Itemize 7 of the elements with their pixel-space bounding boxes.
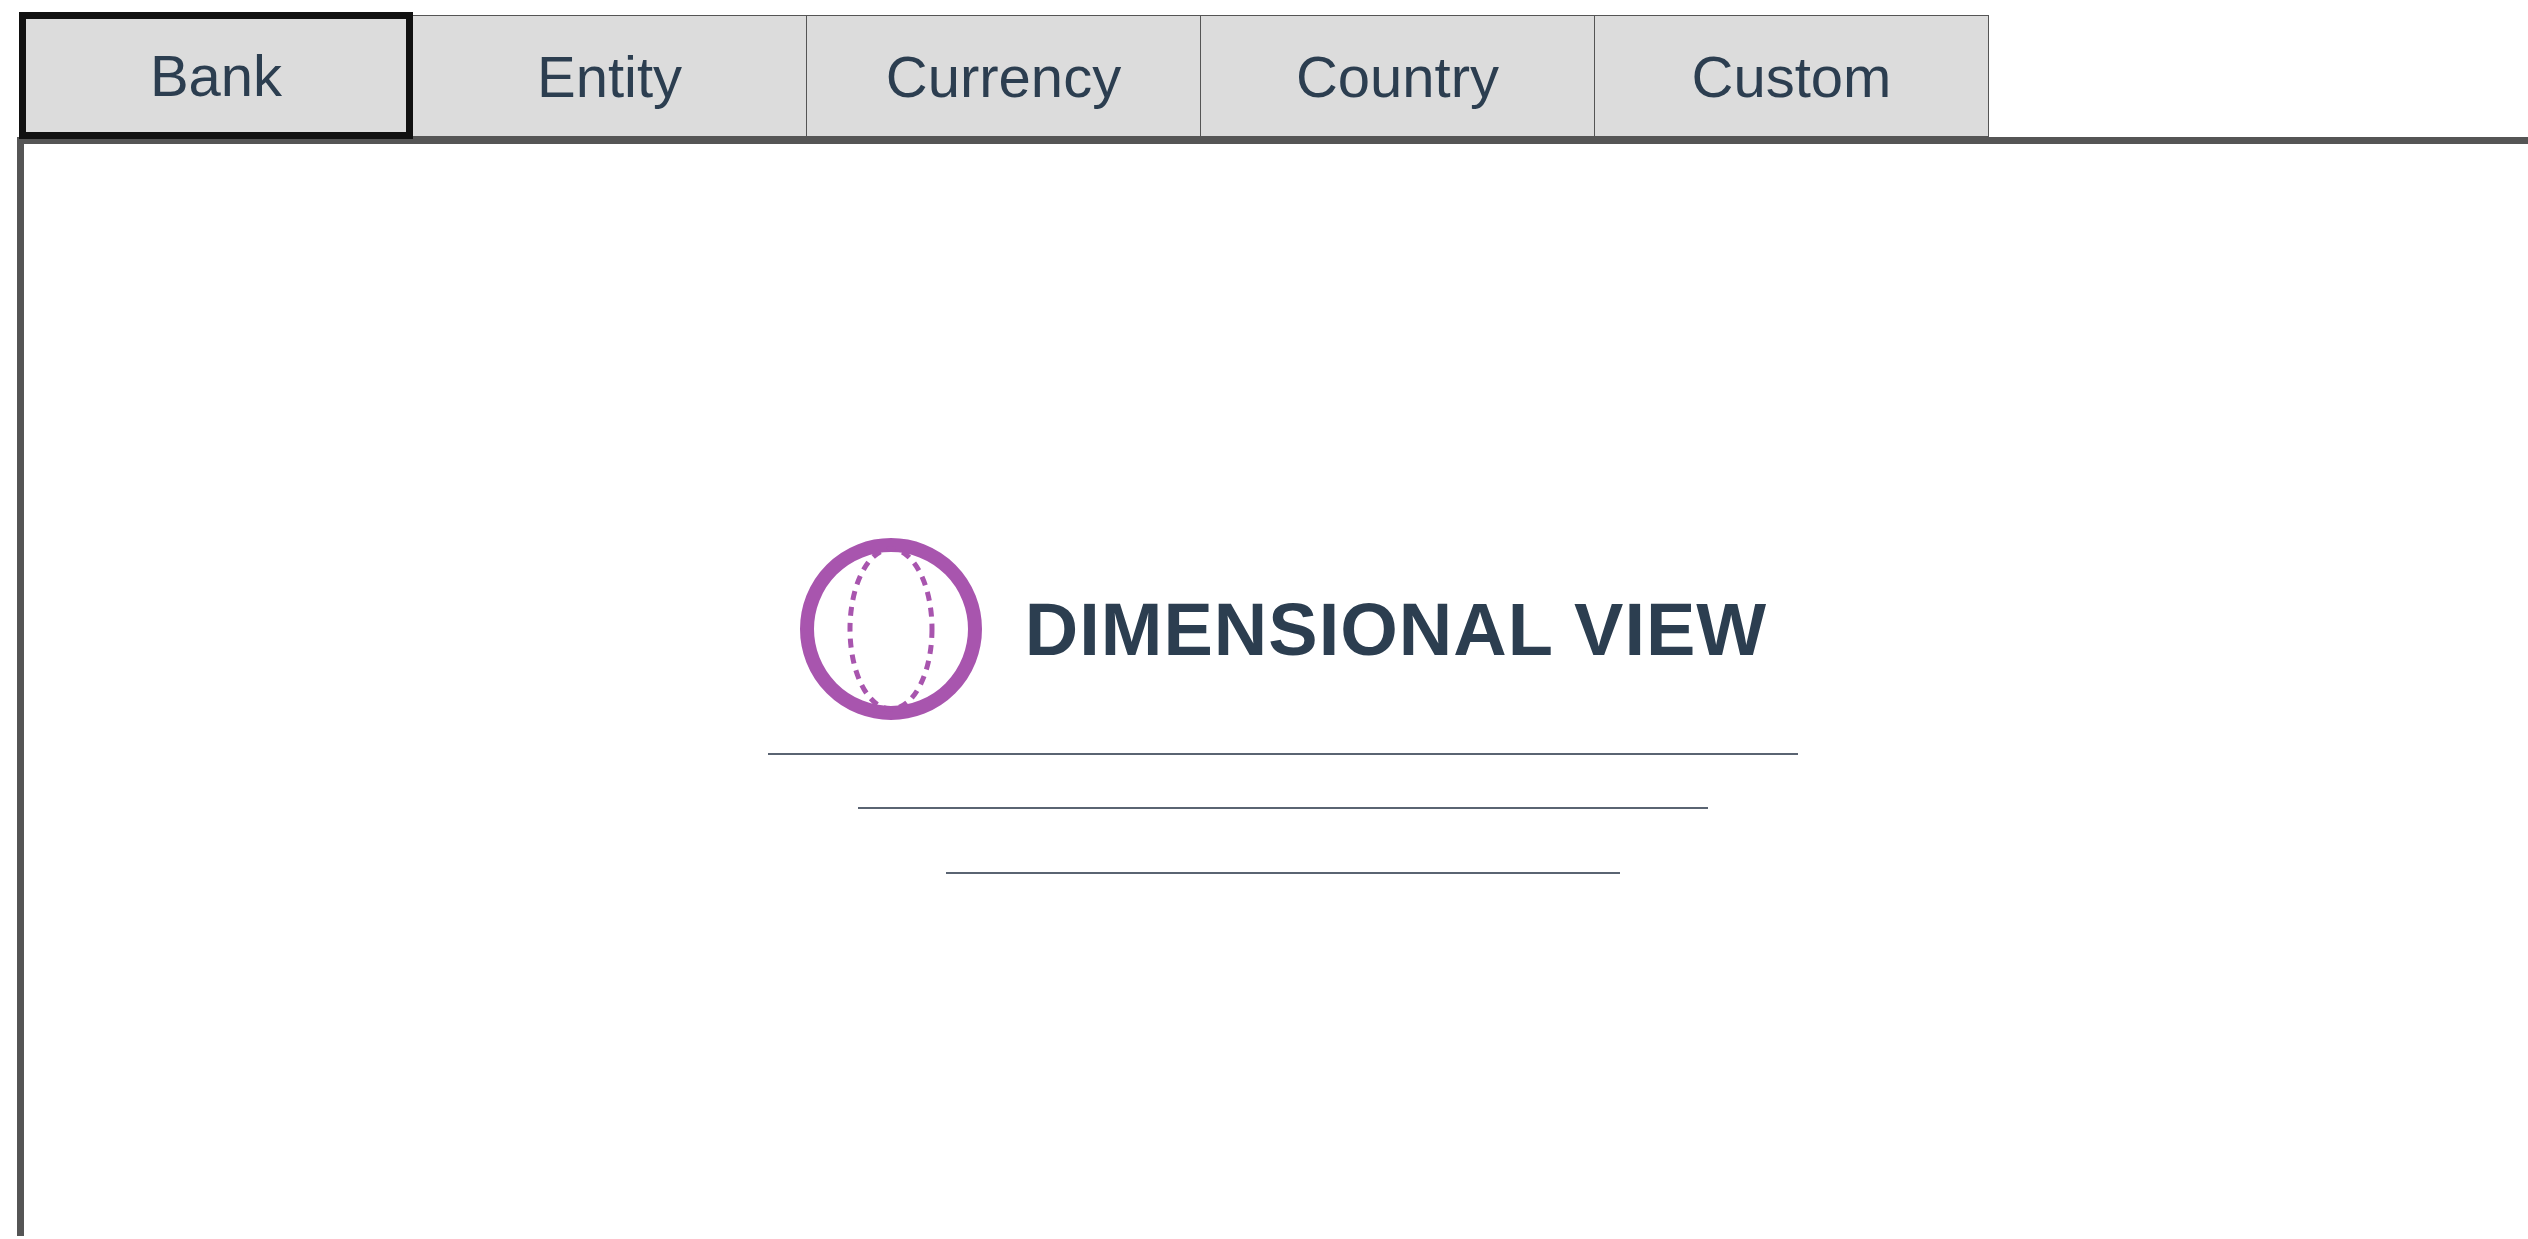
tab[interactable]: Bank	[19, 12, 413, 139]
tab[interactable]: Custom	[1595, 15, 1989, 137]
tab[interactable]: Currency	[807, 15, 1201, 137]
tab[interactable]: Entity	[413, 15, 807, 137]
app-title: DIMENSIONAL VIEW	[1024, 586, 1768, 673]
tab[interactable]: Country	[1201, 15, 1595, 137]
globe-icon	[798, 537, 983, 721]
